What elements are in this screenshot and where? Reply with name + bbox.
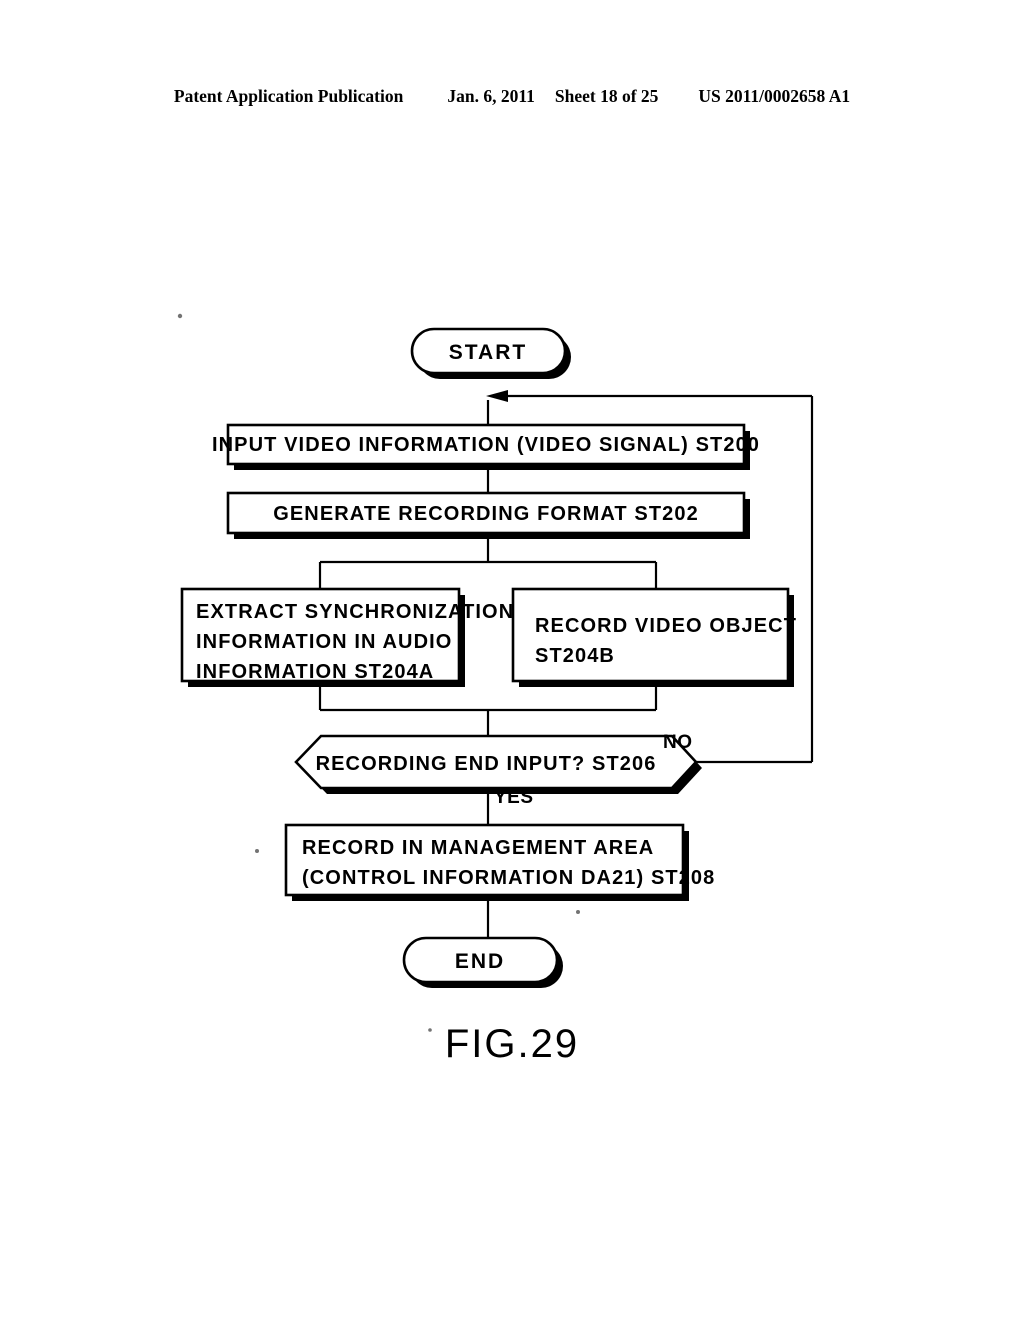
node-record-in-management-area-line2: (CONTROL INFORMATION DA21) ST208 bbox=[302, 867, 715, 889]
node-record-video-object-line1: RECORD VIDEO OBJECT bbox=[535, 615, 797, 637]
node-end-terminal-label: END bbox=[455, 950, 505, 973]
node-start-terminal-label: START bbox=[449, 341, 527, 364]
figure-caption: FIG.29 bbox=[444, 1022, 580, 1066]
connector-split-parallel bbox=[318, 533, 658, 589]
scan-speck bbox=[576, 910, 580, 914]
scan-speck bbox=[255, 849, 259, 853]
scan-speck bbox=[177, 313, 183, 319]
node-record-video-object: RECORD VIDEO OBJECT ST204B bbox=[511, 587, 797, 687]
node-decision-recording-end-input: RECORDING END INPUT? ST206 bbox=[294, 734, 702, 794]
node-generate-recording-format-label: GENERATE RECORDING FORMAT ST202 bbox=[273, 503, 699, 525]
node-record-in-management-area-line1: RECORD IN MANAGEMENT AREA bbox=[302, 837, 654, 859]
node-input-video-information: INPUT VIDEO INFORMATION (VIDEO SIGNAL) S… bbox=[212, 423, 760, 470]
node-extract-synchronization-info-line1: EXTRACT SYNCHRONIZATION bbox=[196, 601, 514, 623]
node-extract-synchronization-info: EXTRACT SYNCHRONIZATION INFORMATION IN A… bbox=[180, 587, 514, 687]
node-record-video-object-line2: ST204B bbox=[535, 645, 615, 667]
flowchart-figure: INPUT VIDEO INFORMATION (VIDEO SIGNAL) S… bbox=[0, 0, 1024, 1320]
node-record-in-management-area: RECORD IN MANAGEMENT AREA (CONTROL INFOR… bbox=[284, 823, 715, 901]
node-decision-recording-end-input-label: RECORDING END INPUT? ST206 bbox=[316, 753, 657, 775]
node-input-video-information-label: INPUT VIDEO INFORMATION (VIDEO SIGNAL) S… bbox=[212, 434, 760, 456]
arrowhead-loopback bbox=[486, 390, 508, 402]
node-extract-synchronization-info-line2: INFORMATION IN AUDIO bbox=[196, 631, 452, 653]
node-start-terminal: START bbox=[410, 327, 571, 379]
node-extract-synchronization-info-line3: INFORMATION ST204A bbox=[196, 661, 434, 683]
node-generate-recording-format: GENERATE RECORDING FORMAT ST202 bbox=[226, 491, 750, 539]
node-end-terminal: END bbox=[402, 936, 563, 988]
edge-label-yes: YES bbox=[494, 787, 534, 808]
edge-label-no: NO bbox=[663, 732, 693, 753]
connector-merge-parallel bbox=[318, 681, 658, 736]
